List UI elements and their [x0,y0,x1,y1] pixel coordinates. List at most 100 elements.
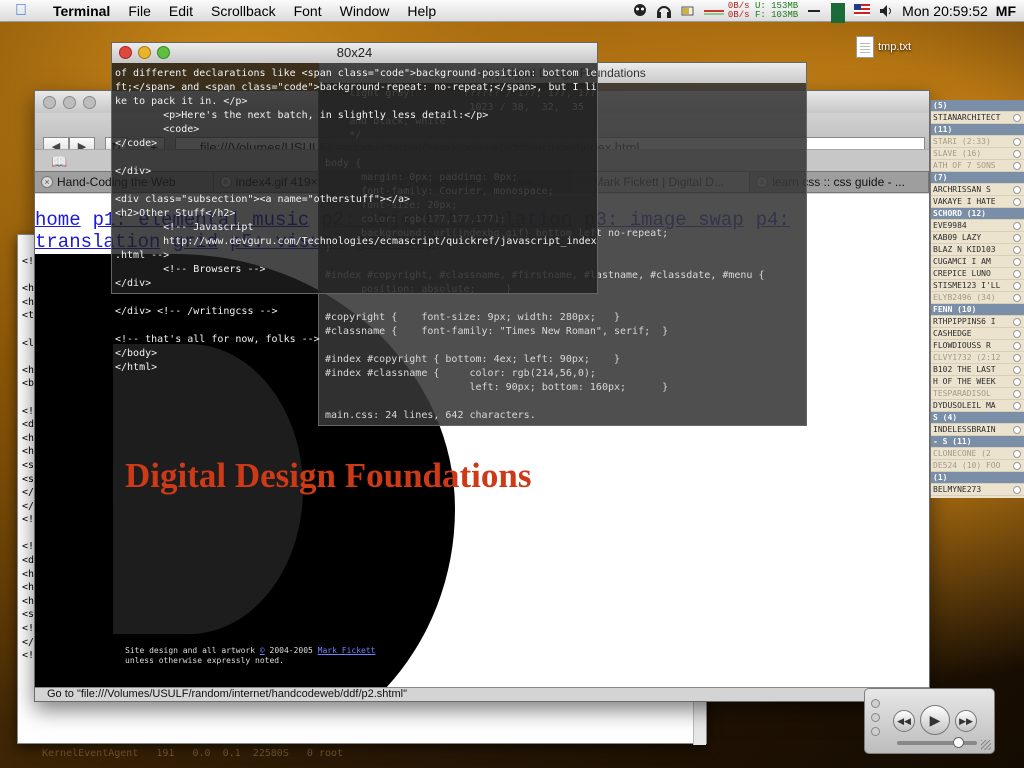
buddy-list-item[interactable]: INDELESSBRAIN [931,424,1024,436]
menu-edit[interactable]: Edit [160,3,202,19]
next-track-icon[interactable]: ▶▶ [955,710,977,732]
buddy-status-icon [1013,402,1021,410]
zoom-button[interactable] [83,96,96,109]
desktop-file-name: tmp.txt [878,41,912,53]
buddy-status-icon [1013,114,1021,122]
menu-help[interactable]: Help [398,3,445,19]
buddy-list-item[interactable]: CREPICE LUNO [931,268,1024,280]
buddy-list-item[interactable]: CLONECONE (2 [931,448,1024,460]
terminal-line: <p>Here's the next batch, in slightly le… [115,110,489,121]
resize-grip[interactable] [981,740,991,750]
buddy-list-item[interactable]: STIANARCHITECT [931,112,1024,124]
green-app-icon[interactable] [830,3,846,23]
desktop-file-tmp[interactable]: tmp.txt [856,36,911,58]
apple-menu-icon[interactable]:  [10,2,32,20]
minimize-button[interactable] [138,46,151,59]
bookmarks-book-icon[interactable]: 📖 [51,154,67,170]
menu-file[interactable]: File [119,3,160,19]
buddy-list-item[interactable]: VAKAYE I HATE [931,196,1024,208]
buddy-status-icon [1013,378,1021,386]
source-scrollbar[interactable] [693,701,706,745]
close-button[interactable] [43,96,56,109]
terminal-line: <!-- Javascript [115,222,254,233]
footer-years: 2004-2005 [264,646,318,655]
buddy-list-item[interactable]: EVE9984 [931,220,1024,232]
buddy-list-item[interactable]: SLAVE (16) [931,148,1024,160]
buddy-status-icon [1013,450,1021,458]
minimize-button[interactable] [871,713,880,722]
us-flag-icon[interactable] [854,3,871,19]
buddy-status-icon [1013,138,1021,146]
buddy-group-header[interactable]: (7) [931,172,1024,184]
menu-app-name[interactable]: Terminal [44,3,119,19]
buddy-status-icon [1013,354,1021,362]
terminal-line: <!-- that's all for now, folks --> [115,334,320,345]
terminal-line: <code> [115,124,200,135]
close-button[interactable] [119,46,132,59]
buddy-list-item[interactable]: FLOWDIOUSS R [931,340,1024,352]
buddy-list-item[interactable]: CASHEDGE [931,328,1024,340]
buddy-list-item[interactable]: ATH OF 7 SONS [931,160,1024,172]
play-icon[interactable]: ▶ [920,705,950,735]
buddy-status-icon [1013,366,1021,374]
alien-icon[interactable] [632,3,648,19]
close-button[interactable] [871,699,880,708]
terminal-front-text: of different declarations like <span cla… [115,67,597,375]
close-tab-icon[interactable]: × [41,176,53,188]
buddy-group-header[interactable]: FENN (10) [931,304,1024,316]
buddy-list-item[interactable]: BLAZ N KID103 [931,244,1024,256]
menu-font[interactable]: Font [285,3,331,19]
terminal-line: of different declarations like <span cla… [115,68,597,79]
buddy-list-item[interactable]: B102 THE LAST [931,364,1024,376]
menu-bar:  Terminal File Edit Scrollback Font Win… [0,0,1024,23]
minimize-dash-icon[interactable] [806,3,822,19]
itunes-mini-player: ◀◀ ▶ ▶▶ [864,688,995,754]
zoom-button[interactable] [157,46,170,59]
buddy-list-item[interactable]: DE524 (10) FOO [931,460,1024,472]
menu-scrollback[interactable]: Scrollback [202,3,285,19]
buddy-group-header[interactable]: - S (11) [931,436,1024,448]
terminal-window-80x24[interactable]: 80x24 of different declarations like <sp… [111,42,598,373]
volume-icon[interactable] [878,3,894,19]
buddy-group-header[interactable]: S (4) [931,412,1024,424]
cpu-meter-icon[interactable] [703,3,724,19]
zoom-button[interactable] [871,727,880,736]
buddy-list-item[interactable]: H OF THE WEEK [931,376,1024,388]
headphones-icon[interactable] [656,3,672,19]
network-stats: 0B/s U: 153MB 0B/s F: 103MB [728,2,798,20]
minimize-button[interactable] [63,96,76,109]
buddy-group-header[interactable]: (5) [931,100,1024,112]
buddy-list-item[interactable]: STARI (2:33) [931,136,1024,148]
buddy-group-header[interactable]: SCHORD (12) [931,208,1024,220]
terminal-line: main.css: 24 lines, 642 characters. [325,410,536,421]
terminal-line: <!-- Browsers --> [115,264,266,275]
buddy-list-item[interactable]: RTHPIPPINS6 I [931,316,1024,328]
buddy-status-icon [1013,330,1021,338]
buddy-list-item[interactable]: BELMYNE273 [931,484,1024,496]
buddy-list-item[interactable]: ARCHRISSAN S [931,184,1024,196]
menu-clock[interactable]: Mon 20:59:52 [902,3,988,19]
page-footer: Site design and all artwork © 2004-2005 … [125,646,375,666]
buddy-status-icon [1013,462,1021,470]
buddy-status-icon [1013,390,1021,398]
buddy-list-item[interactable]: KAB09 LAZY [931,232,1024,244]
browser-status-bar: Go to "file:///Volumes/USULF/random/inte… [35,687,929,701]
buddy-status-icon [1013,162,1021,170]
buddy-list-item[interactable]: ELYB2496 (34) [931,292,1024,304]
menu-user[interactable]: MF [996,3,1016,19]
author-link[interactable]: Mark Fickett [318,646,376,655]
volume-slider-knob[interactable] [953,737,964,748]
buddy-group-header[interactable]: (1) [931,472,1024,484]
terminal-front-titlebar[interactable]: 80x24 [112,43,597,63]
buddy-list-item[interactable]: DYDUSOLEIL MA [931,400,1024,412]
buddy-group-header[interactable]: (11) [931,124,1024,136]
buddy-list-item[interactable]: STISME123 I'LL [931,280,1024,292]
buddy-list-item[interactable]: TESPARADISOL [931,388,1024,400]
volume-slider[interactable] [897,741,977,745]
battery-status-icon[interactable] [680,3,696,19]
buddy-list-item[interactable]: CUGAMCI I AM [931,256,1024,268]
site-nav-link[interactable]: home [35,209,81,231]
menu-window[interactable]: Window [331,3,399,19]
previous-track-icon[interactable]: ◀◀ [893,710,915,732]
buddy-list-item[interactable]: CLVY1732 (2:12 [931,352,1024,364]
